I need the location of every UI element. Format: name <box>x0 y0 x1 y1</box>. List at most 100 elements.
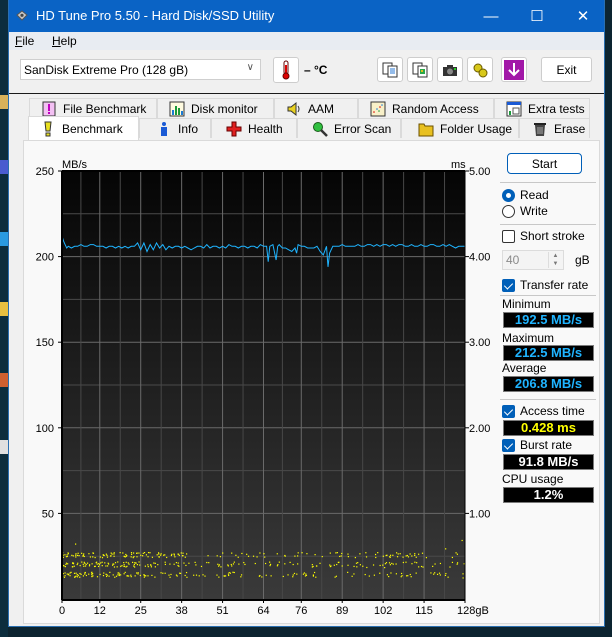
access-time-point <box>84 573 86 575</box>
access-time-point <box>106 556 109 558</box>
access-time-point <box>147 551 150 554</box>
drive-select[interactable]: SanDisk Extreme Pro (128 gB) ∨ <box>20 59 261 80</box>
tab-label: Health <box>248 121 283 136</box>
access-time-point <box>173 563 175 565</box>
access-time-point <box>144 575 146 577</box>
access-time-point <box>284 555 286 557</box>
access-time-point <box>200 565 203 568</box>
access-time-point <box>143 576 145 578</box>
access-time-point <box>258 575 260 577</box>
transfer-rate-checkbox[interactable] <box>502 279 515 292</box>
access-time-point <box>76 563 78 566</box>
access-time-point <box>113 553 115 555</box>
save-button[interactable] <box>501 57 527 82</box>
tab-info[interactable]: Info <box>139 118 211 138</box>
access-time-point <box>151 556 154 558</box>
minimum-label: Minimum <box>502 297 551 311</box>
access-time-point <box>456 563 458 565</box>
maximize-button[interactable]: ☐ <box>514 0 560 32</box>
desktop-icon[interactable] <box>0 302 8 316</box>
desktop-icon[interactable] <box>0 232 8 246</box>
access-time-point <box>139 574 141 577</box>
options-button[interactable] <box>467 57 493 82</box>
access-time-point <box>136 564 139 566</box>
copy-screenshot-button[interactable] <box>407 57 433 82</box>
access-time-point <box>125 553 127 556</box>
start-button-label: Start <box>531 156 558 171</box>
temperature-button[interactable] <box>273 57 299 83</box>
start-button[interactable]: Start <box>507 153 582 174</box>
minimize-button[interactable]: — <box>468 0 514 32</box>
tab-file-benchmark[interactable]: File Benchmark <box>29 98 157 118</box>
burst-rate-checkbox[interactable] <box>502 439 515 452</box>
tab-health[interactable]: Health <box>211 118 297 138</box>
screenshot-button[interactable] <box>437 57 463 82</box>
access-time-point <box>65 562 68 564</box>
tab-error-scan[interactable]: Error Scan <box>297 118 401 138</box>
access-time-point <box>231 565 233 567</box>
desktop-icon[interactable] <box>0 373 8 387</box>
access-time-point <box>160 572 162 574</box>
access-time-point <box>63 576 66 578</box>
access-time-point <box>329 564 331 566</box>
access-time-point <box>305 574 308 577</box>
access-time-point <box>123 555 125 557</box>
access-time-point <box>341 565 343 567</box>
access-time-point <box>256 556 258 558</box>
access-time-point <box>128 563 130 565</box>
access-time-point <box>151 574 153 577</box>
access-time-point <box>379 572 381 574</box>
tab-benchmark[interactable]: Benchmark <box>28 116 139 140</box>
tab-erase[interactable]: Erase <box>519 118 590 138</box>
access-time-point <box>445 572 447 575</box>
access-time-point <box>333 564 335 566</box>
access-time-point <box>118 572 120 574</box>
access-time-point <box>106 574 108 576</box>
desktop-icon[interactable] <box>0 440 8 454</box>
access-time-point <box>356 566 358 568</box>
access-time-point <box>392 563 394 565</box>
read-radio[interactable] <box>502 189 515 202</box>
access-time-point <box>177 553 179 555</box>
short-stroke-spinner[interactable]: 40 ▲ ▼ <box>502 250 564 270</box>
access-time-point <box>147 564 149 566</box>
tab-aam[interactable]: AAM <box>274 98 358 118</box>
desktop-icon[interactable] <box>0 95 8 109</box>
access-time-point <box>232 563 235 565</box>
title-bar[interactable]: HD Tune Pro 5.50 - Hard Disk/SSD Utility… <box>9 0 604 32</box>
tab-random-access[interactable]: Random Access <box>358 98 494 118</box>
tab-extra-tests[interactable]: Extra tests <box>494 98 590 118</box>
access-time-point <box>171 553 173 555</box>
access-time-point <box>77 552 79 554</box>
access-time-point <box>329 552 331 554</box>
access-time-point <box>113 555 115 557</box>
access-time-point <box>335 575 337 577</box>
access-time-point <box>95 562 97 564</box>
access-time-point <box>377 552 379 554</box>
access-time-point <box>247 555 250 557</box>
short-stroke-checkbox[interactable] <box>502 230 515 243</box>
close-button[interactable]: ✕ <box>560 0 606 32</box>
menu-help-accel: H <box>52 34 61 48</box>
exit-button[interactable]: Exit <box>541 57 592 82</box>
menu-help[interactable]: Help <box>52 34 77 48</box>
access-time-point <box>77 574 79 577</box>
benchmark-panel: MB/s ms 50 100 150 200 250 1.00 2.00 3.00 4.00 5… <box>23 140 600 624</box>
y-tick-label-right: 2.00 <box>469 423 490 435</box>
tab-folder-usage[interactable]: Folder Usage <box>401 118 519 138</box>
access-time-point <box>375 556 377 559</box>
desktop-icon[interactable] <box>0 160 8 174</box>
copy-text-button[interactable] <box>377 57 403 82</box>
access-time-point <box>439 574 441 576</box>
spinner-arrows-icon[interactable]: ▲ ▼ <box>548 252 562 268</box>
access-time-point <box>389 564 392 566</box>
access-time-point <box>292 574 294 576</box>
write-radio[interactable] <box>502 205 515 218</box>
access-time-checkbox[interactable] <box>502 405 515 418</box>
access-time-point <box>297 552 299 554</box>
access-time-point <box>80 573 82 575</box>
folder-icon <box>418 123 434 136</box>
menu-file[interactable]: File <box>15 34 34 48</box>
tab-disk-monitor[interactable]: Disk monitor <box>157 98 274 118</box>
access-time-point <box>259 552 261 554</box>
